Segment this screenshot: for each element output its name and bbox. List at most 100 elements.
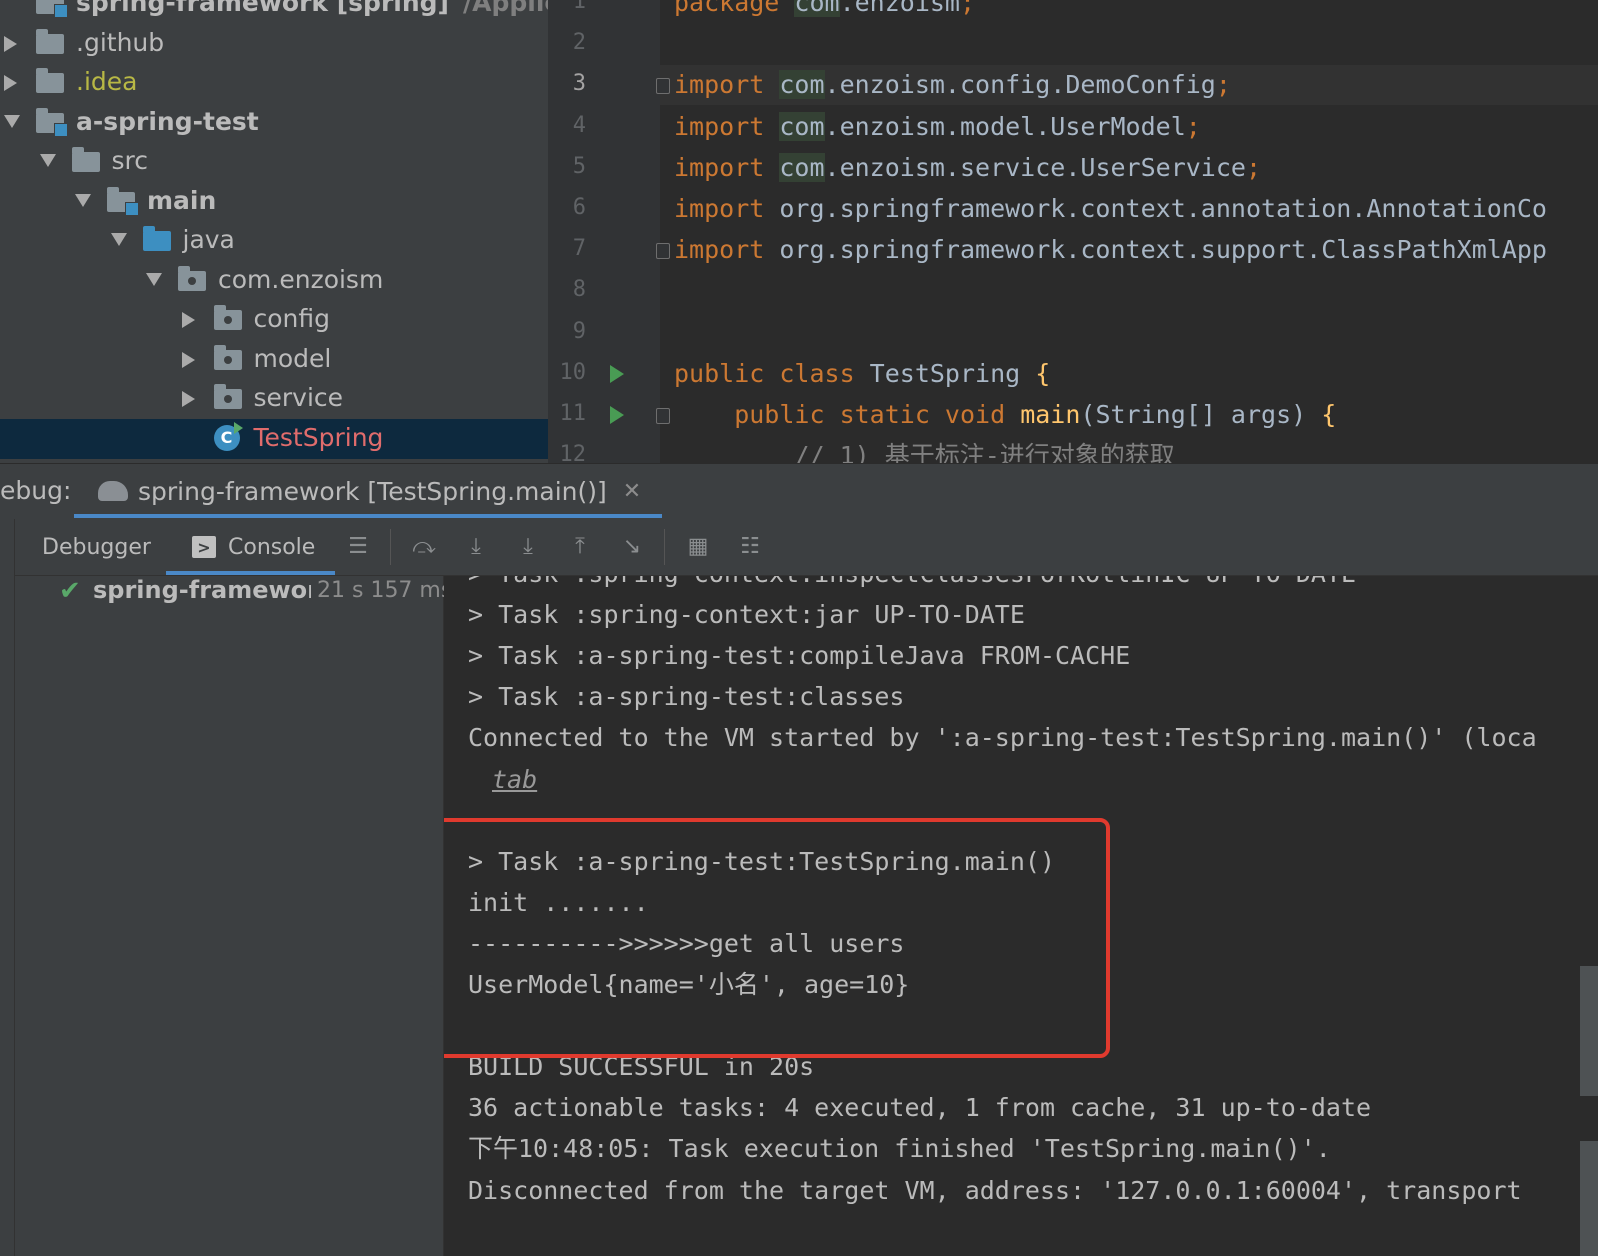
tree-item-label: config — [253, 304, 331, 333]
line-number: 8 — [572, 277, 586, 303]
console-output[interactable]: > Task :spring-context:inspectClassesFor… — [444, 576, 1598, 1256]
code-line: package com.enzoism; — [674, 0, 975, 23]
module-badge-icon — [54, 4, 68, 18]
tree-item-label: TestSpring — [253, 422, 384, 452]
trace-icon[interactable]: ☷ — [736, 533, 764, 561]
line-number: 10 — [559, 359, 587, 385]
code-token: org.springframework.context.support.Clas… — [779, 235, 1547, 265]
code-token: .enzoism.service.UserService — [824, 152, 1246, 182]
project-tree[interactable]: spring-framework [spring]/Applications .g… — [0, 0, 548, 463]
tree-item[interactable]: model — [0, 340, 548, 380]
code-token: import — [674, 235, 780, 265]
line-number: 3 — [572, 71, 586, 97]
console-line: 36 actionable tasks: 4 executed, 1 from … — [468, 1093, 1372, 1123]
package-dot-icon — [223, 395, 232, 403]
line-number: 1 — [572, 0, 586, 14]
code-line: public class TestSpring { — [674, 354, 1050, 394]
tree-item[interactable]: C TestSpring — [0, 418, 548, 459]
chevron-down-icon[interactable] — [4, 114, 20, 128]
run-to-cursor-icon[interactable]: ↘ — [618, 533, 646, 561]
step-into-icon[interactable]: ⤓ — [514, 533, 542, 561]
package-icon — [213, 344, 242, 370]
menu-icon[interactable]: ☰ — [344, 533, 372, 561]
tree-item[interactable]: src — [0, 142, 548, 182]
tree-item[interactable]: spring-framework [spring]/Applications — [0, 0, 548, 24]
tree-item-label: a-spring-test — [76, 106, 259, 136]
tree-item[interactable]: java — [0, 221, 548, 261]
run-gutter-icon[interactable] — [610, 406, 624, 424]
code-token: public static void — [674, 400, 1021, 429]
chevron-right-icon[interactable] — [181, 312, 195, 328]
chevron-down-icon[interactable] — [39, 154, 56, 167]
chevron-down-icon[interactable] — [75, 193, 91, 207]
fold-marker-icon[interactable] — [656, 243, 670, 260]
code-token: ; — [960, 0, 976, 17]
run-item-name: spring-framework — [93, 576, 311, 604]
debug-session-tab[interactable]: spring-framework [TestSpring.main()] ✕ — [74, 464, 662, 518]
run-tree-panel: ✔ spring-framework 21 s 157 ms — [15, 576, 452, 1256]
package-icon — [213, 305, 242, 330]
run-gutter-icon[interactable] — [610, 364, 624, 383]
chevron-right-icon[interactable] — [4, 75, 17, 91]
active-tab-underline — [166, 571, 336, 575]
code-token: import — [674, 152, 780, 182]
source-folder-icon — [142, 226, 171, 251]
vertical-scrollbar[interactable] — [1580, 966, 1598, 1096]
tree-item[interactable]: service — [0, 379, 548, 419]
code-editor[interactable]: 1 2 3 4 5 6 7 8 9 10 11 12 package com.enzoism; impo… — [548, 0, 1598, 463]
code-token: main — [1020, 400, 1081, 429]
line-number: 4 — [572, 112, 586, 138]
tree-item-label: service — [253, 383, 344, 412]
tree-item[interactable]: main — [0, 182, 548, 222]
tab-debugger-label: Debugger — [42, 534, 151, 560]
tab-debugger[interactable]: Debugger — [42, 519, 151, 575]
chevron-down-icon[interactable] — [110, 233, 127, 246]
code-token: // 1) 基于标注-进行对象的获取 — [674, 441, 1175, 463]
console-line: Connected to the VM started by ':a-sprin… — [468, 723, 1537, 753]
chevron-right-icon[interactable] — [4, 35, 17, 52]
toolbar-separator — [664, 529, 665, 565]
evaluate-icon[interactable]: ▦ — [684, 533, 712, 561]
code-token: .enzoism.config.DemoConfig — [824, 70, 1216, 100]
code-token: .enzoism — [839, 0, 960, 17]
code-line: public static void main(String[] args) { — [674, 395, 1336, 435]
code-token: .enzoism.model.UserModel — [824, 111, 1186, 141]
java-class-icon: C — [213, 421, 243, 451]
line-number: 2 — [572, 30, 586, 56]
step-out-icon[interactable]: ⤒ — [566, 533, 594, 561]
tree-item-label: spring-framework [spring]/Applications — [76, 0, 548, 17]
chevron-down-icon[interactable] — [146, 272, 162, 286]
console-line: Disconnected from the target VM, address… — [468, 1175, 1522, 1205]
chevron-right-icon[interactable] — [181, 351, 195, 368]
tree-item-label: model — [253, 343, 332, 373]
success-check-icon: ✔ — [59, 576, 81, 606]
tree-item[interactable]: .idea — [0, 63, 548, 103]
module-folder-icon — [36, 0, 68, 18]
console-icon: > — [192, 536, 216, 558]
fold-marker-icon[interactable] — [656, 408, 670, 424]
tree-item[interactable]: .github — [0, 24, 548, 64]
module-badge-icon — [125, 201, 139, 216]
tree-item[interactable]: com.enzoism — [0, 261, 548, 301]
code-token: ; — [1215, 70, 1231, 100]
tree-item[interactable]: config — [0, 300, 548, 340]
close-icon[interactable]: ✕ — [623, 479, 641, 504]
step-over-icon[interactable]: ⤓ — [462, 533, 490, 561]
run-tree-item[interactable]: ✔ spring-framework 21 s 157 ms — [15, 576, 452, 616]
code-line: // 1) 基于标注-进行对象的获取 — [674, 436, 1175, 463]
tree-item-label: main — [147, 185, 217, 215]
fold-marker-icon[interactable] — [656, 78, 670, 95]
tree-item[interactable]: a-spring-test — [0, 103, 548, 143]
folder-icon — [36, 68, 64, 93]
show-execution-point-icon[interactable]: ⤼ — [410, 533, 438, 561]
code-token: { — [1035, 358, 1051, 388]
console-line: > Task :spring-context:inspectClassesFor… — [468, 576, 1356, 594]
code-token: import — [674, 111, 780, 141]
console-link[interactable]: tab — [492, 760, 537, 800]
chevron-right-icon[interactable] — [181, 391, 195, 407]
console-line: > Task :a-spring-test:classes — [468, 682, 905, 712]
vertical-scrollbar-lower[interactable] — [1580, 1141, 1598, 1256]
code-line: import org.springframework.context.suppo… — [674, 230, 1547, 270]
code-line: import com.enzoism.service.UserService; — [674, 148, 1261, 188]
tab-console[interactable]: > Console — [166, 519, 336, 575]
